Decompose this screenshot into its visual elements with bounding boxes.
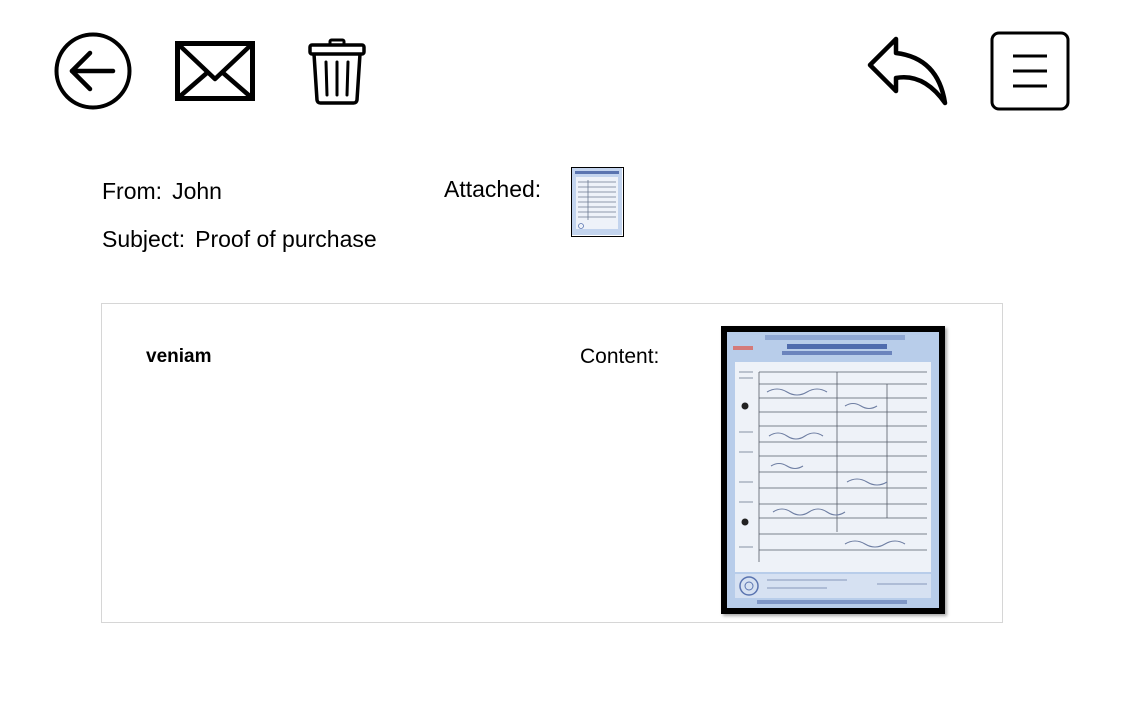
mail-icon[interactable] — [175, 41, 255, 101]
from-value: John — [172, 178, 222, 204]
message-content-panel: veniam Content: — [101, 303, 1003, 623]
content-label: Content: — [580, 345, 660, 368]
trash-icon[interactable] — [307, 38, 367, 106]
content-document-image[interactable] — [721, 326, 945, 614]
subject-value: Proof of purchase — [195, 226, 377, 252]
attachment-thumbnail-icon[interactable] — [571, 167, 624, 237]
from-line: From: John — [102, 180, 222, 203]
from-label: From: — [102, 178, 163, 204]
reply-icon[interactable] — [866, 36, 950, 106]
message-body-text: veniam — [146, 346, 212, 367]
subject-line: Subject: Proof of purchase — [102, 228, 377, 251]
menu-icon[interactable] — [990, 31, 1070, 111]
subject-label: Subject: — [102, 226, 186, 252]
email-view: From: John Subject: Proof of purchase Atta… — [0, 0, 1130, 707]
attached-label: Attached: — [444, 176, 542, 202]
back-icon[interactable] — [53, 31, 133, 111]
